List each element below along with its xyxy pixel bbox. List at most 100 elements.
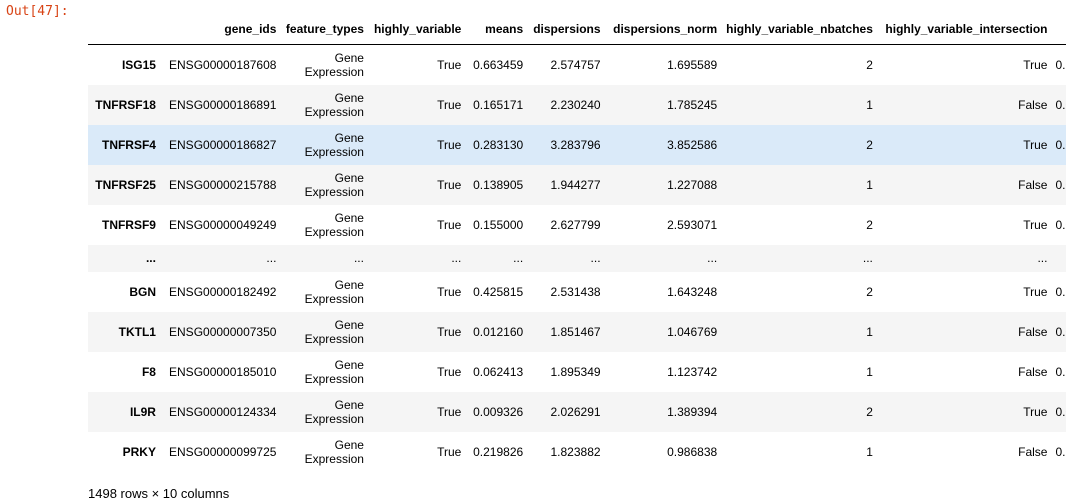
output-prompt: Out[47]:	[6, 4, 69, 19]
header-gene-ids: gene_ids	[159, 18, 281, 45]
cell-hv-intersection: False	[1018, 177, 1048, 192]
table-row[interactable]: TKTL1 ENSG00000007350 Gene Expression True 0.…	[88, 311, 1066, 352]
feature-type-line-2: Expression	[304, 371, 364, 386]
row-index: TKTL1	[118, 324, 156, 339]
cell-hv-intersection: ...	[1037, 251, 1048, 265]
table-row[interactable]: ISG15 ENSG00000187608 Gene Expression True 0.…	[88, 45, 1066, 85]
cell-dispersions-norm: 1.785245	[667, 97, 718, 112]
cell-gene-ids: ENSG00000215788	[169, 177, 277, 192]
cell-feature-types: Gene Expression	[280, 312, 368, 352]
table-row[interactable]: BGN ENSG00000182492 Gene Expression True 0.42…	[88, 272, 1066, 312]
header-means: means	[465, 18, 528, 45]
header-dispersions-norm: dispersions_norm	[604, 18, 722, 45]
cell-truncated: 0.3	[1055, 57, 1066, 72]
table-row[interactable]: TNFRSF4 ENSG00000186827 Gene Expression True…	[88, 124, 1066, 165]
cell-hv-intersection: False	[1018, 444, 1048, 459]
cell-dispersions-norm: 1.389394	[667, 404, 718, 419]
cell-hv-nbatches: 1	[866, 97, 873, 112]
cell-means: ...	[513, 251, 524, 265]
cell-hv-nbatches: 1	[866, 177, 873, 192]
cell-feature-types: Gene Expression	[280, 352, 368, 392]
cell-highly-variable: True	[437, 217, 462, 232]
header-feature-types: feature_types	[280, 18, 368, 45]
cell-gene-ids: ENSG00000007350	[169, 324, 277, 339]
cell-dispersions: 2.026291	[550, 404, 601, 419]
table-row[interactable]: ...........................	[88, 244, 1066, 272]
table-row[interactable]: TNFRSF25 ENSG00000215788 Gene Expression Tru…	[88, 164, 1066, 205]
cell-means: 0.283130	[473, 137, 524, 152]
row-index: TNFRSF9	[101, 217, 156, 232]
cell-dispersions: 2.574757	[550, 57, 601, 72]
feature-type-line-1: Gene	[334, 437, 364, 452]
cell-gene-ids: ENSG00000099725	[169, 444, 277, 459]
cell-gene-ids: ENSG00000182492	[169, 284, 277, 299]
cell-highly-variable: True	[437, 284, 462, 299]
cell-gene-ids: ENSG00000124334	[169, 404, 277, 419]
cell-dispersions-norm: 3.852586	[667, 137, 718, 152]
cell-hv-intersection: True	[1023, 137, 1048, 152]
feature-type-line-1: Gene	[334, 210, 364, 225]
row-index: PRKY	[122, 444, 156, 459]
feature-type-line-2: Expression	[304, 144, 364, 159]
header-highly-variable: highly_variable	[367, 18, 466, 45]
dataframe-table: gene_ids feature_types highly_variable m…	[88, 18, 1066, 472]
feature-type-line-2: Expression	[304, 224, 364, 239]
cell-feature-types: Gene Expression	[280, 272, 368, 312]
cell-gene-ids: ...	[266, 251, 277, 265]
cell-dispersions-norm: 0.986838	[667, 444, 718, 459]
cell-dispersions: 1.823882	[550, 444, 601, 459]
feature-type-line-2: Expression	[304, 291, 364, 306]
row-index: TNFRSF4	[101, 137, 156, 152]
cell-means: 0.155000	[473, 217, 524, 232]
cell-gene-ids: ENSG00000049249	[169, 217, 277, 232]
cell-feature-types: Gene Expression	[280, 85, 368, 125]
feature-type-line-1: Gene	[334, 277, 364, 292]
cell-hv-intersection: True	[1023, 404, 1048, 419]
feature-type-line-1: Gene	[334, 130, 364, 145]
cell-gene-ids: ENSG00000185010	[169, 364, 277, 379]
cell-dispersions: 1.944277	[550, 177, 601, 192]
cell-truncated: 0.1	[1055, 444, 1066, 459]
feature-type-line-2: Expression	[304, 451, 364, 466]
cell-hv-nbatches: 2	[866, 284, 873, 299]
header-truncated	[1051, 18, 1066, 45]
cell-feature-types: Gene Expression	[280, 205, 368, 245]
cell-truncated: 0.0	[1055, 137, 1066, 152]
header-hv-nbatches: highly_variable_nbatches	[721, 18, 877, 45]
cell-dispersions: 3.283796	[550, 137, 601, 152]
cell-truncated: 0.0	[1055, 217, 1066, 232]
cell-hv-intersection: True	[1023, 284, 1048, 299]
row-index: F8	[141, 364, 156, 379]
cell-hv-intersection: False	[1018, 364, 1048, 379]
cell-hv-intersection: True	[1023, 57, 1048, 72]
cell-means: 0.165171	[473, 97, 524, 112]
row-index: BGN	[129, 284, 156, 299]
cell-highly-variable: True	[437, 444, 462, 459]
table-row[interactable]: IL9R ENSG00000124334 Gene Expression True 0.0…	[88, 391, 1066, 432]
cell-highly-variable: ...	[451, 251, 462, 265]
cell-hv-intersection: True	[1023, 217, 1048, 232]
cell-feature-types: Gene Expression	[280, 45, 368, 85]
cell-means: 0.425815	[473, 284, 524, 299]
cell-hv-nbatches: 1	[866, 324, 873, 339]
cell-dispersions-norm: ...	[707, 251, 718, 265]
table-row[interactable]: PRKY ENSG00000099725 Gene Expression True 0.2…	[88, 432, 1066, 472]
feature-type-line-1: ...	[353, 251, 364, 265]
row-index: ...	[145, 251, 156, 265]
cell-truncated: 0.0	[1055, 404, 1066, 419]
header-index	[88, 18, 160, 45]
cell-hv-nbatches: 2	[866, 217, 873, 232]
table-row[interactable]: TNFRSF18 ENSG00000186891 Gene Expression Tru…	[88, 84, 1066, 125]
feature-type-line-2: Expression	[304, 331, 364, 346]
table-row[interactable]: F8 ENSG00000185010 Gene Expression True 0.062…	[88, 352, 1066, 392]
cell-truncated: 0.2	[1055, 284, 1066, 299]
cell-dispersions-norm: 1.227088	[667, 177, 718, 192]
cell-feature-types: Gene Expression	[280, 392, 368, 432]
table-row[interactable]: TNFRSF9 ENSG00000049249 Gene Expression True…	[88, 205, 1066, 245]
cell-dispersions: 2.627799	[550, 217, 601, 232]
feature-type-line-1: Gene	[334, 50, 364, 65]
feature-type-line-2: Expression	[304, 184, 364, 199]
cell-hv-nbatches: ...	[862, 251, 873, 265]
cell-feature-types: Gene Expression	[280, 165, 368, 205]
feature-type-line-1: Gene	[334, 317, 364, 332]
